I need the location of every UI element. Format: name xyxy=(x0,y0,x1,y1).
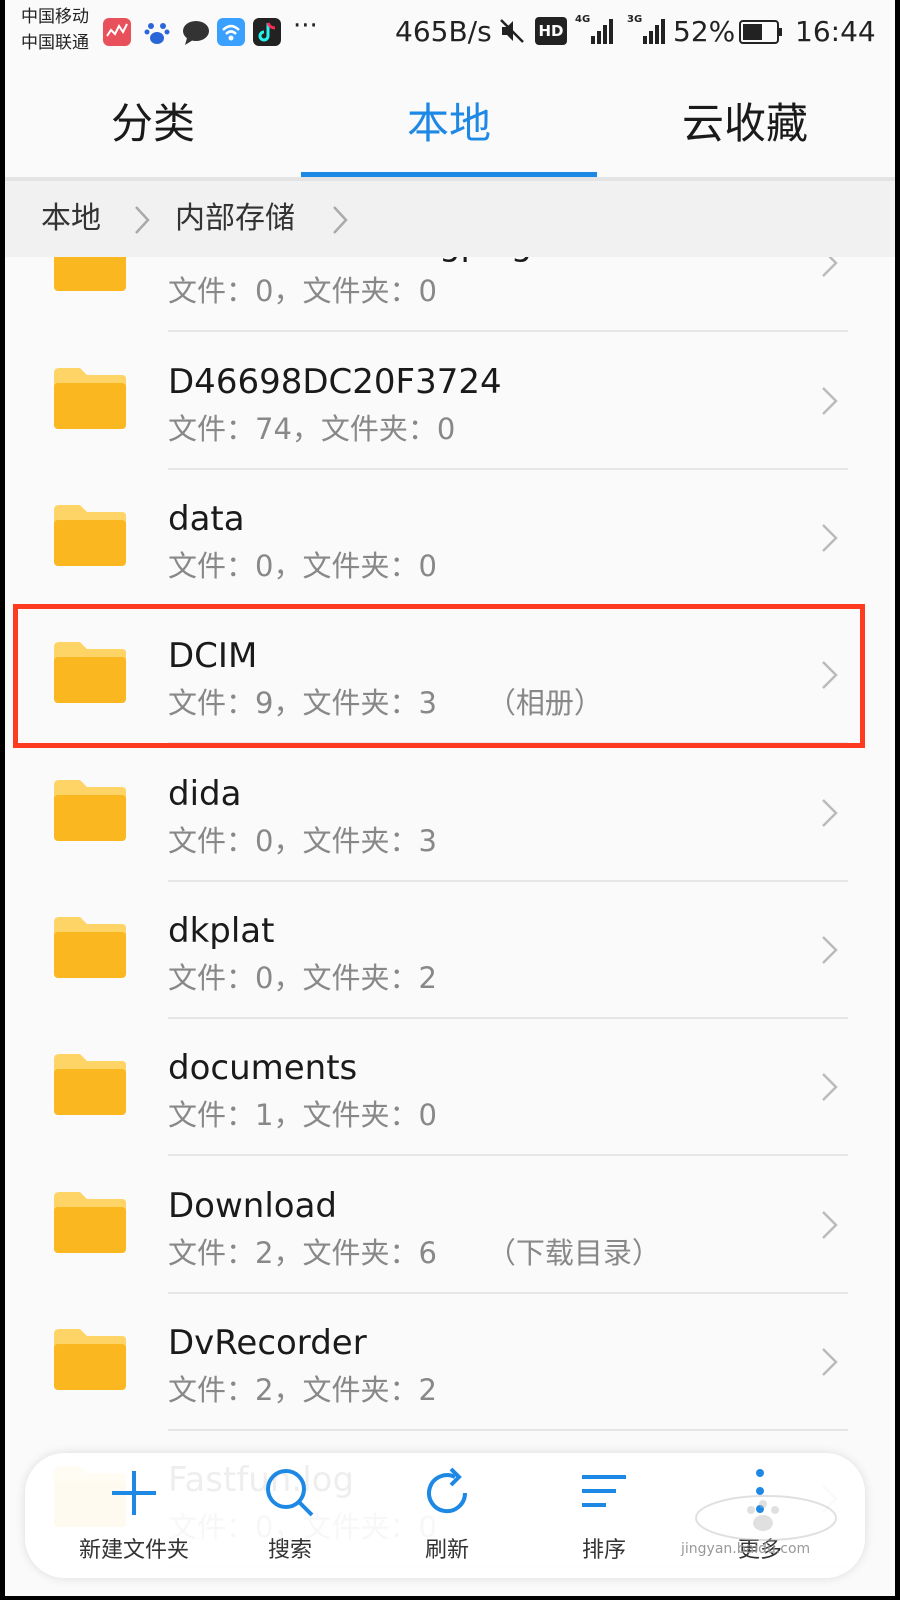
folder-name: com.tencent.tmgp.sgame xyxy=(168,257,607,265)
folder-meta: 文件：2，文件夹：2 xyxy=(168,1371,437,1409)
top-tab-bar: 分类 本地 云收藏 xyxy=(5,62,895,178)
breadcrumb-local[interactable]: 本地 xyxy=(41,199,101,239)
chevron-right-icon xyxy=(822,1211,838,1239)
watermark-url: jingyan.baidu.com xyxy=(681,1541,811,1557)
mute-icon xyxy=(497,16,527,46)
folder-row[interactable]: dkplat 文件：0，文件夹：2 xyxy=(5,881,895,1019)
net-speed: 465B/s xyxy=(395,15,492,48)
folder-name: dida xyxy=(168,774,242,814)
sort-icon xyxy=(582,1475,626,1507)
sort-button[interactable]: 排序 xyxy=(534,1453,674,1578)
signal-3g-icon: 3G xyxy=(627,14,671,48)
folder-row[interactable]: dida 文件：0，文件夹：3 xyxy=(5,744,895,882)
baidu-app-icon xyxy=(143,18,171,46)
folder-meta: 文件：1，文件夹：0 xyxy=(168,1096,437,1134)
folder-name: dkplat xyxy=(168,911,275,951)
refresh-label: 刷新 xyxy=(424,1538,469,1563)
status-bar: 中国移动 中国联通 ··· 465B/s HD 4G 3G 52% 16:44 xyxy=(5,0,895,62)
chevron-right-icon xyxy=(822,524,838,552)
chevron-right-icon xyxy=(333,206,348,234)
folder-meta: 文件：0，文件夹：0 xyxy=(168,272,437,310)
folder-counts: 文件：1，文件夹：0 xyxy=(168,1098,437,1132)
folder-list: com.tencent.tmgp.sgame 文件：0，文件夹：0 D46698DC… xyxy=(5,257,895,1596)
folder-counts: 文件：0，文件夹：0 xyxy=(168,274,437,308)
tab-cloud-favorites[interactable]: 云收藏 xyxy=(597,62,893,178)
folder-meta: 文件：2，文件夹：6 （下载目录） xyxy=(168,1234,661,1272)
carrier-2: 中国联通 xyxy=(21,33,89,53)
folder-row[interactable]: com.tencent.tmgp.sgame 文件：0，文件夹：0 xyxy=(5,257,895,332)
refresh-icon xyxy=(427,1467,468,1514)
wifi-key-app-icon xyxy=(217,18,245,46)
folder-row[interactable]: D46698DC20F3724 文件：74，文件夹：0 xyxy=(5,332,895,470)
folder-counts: 文件：0，文件夹：0 xyxy=(168,549,437,583)
folder-row[interactable]: DCIM 文件：9，文件夹：3 （相册） xyxy=(5,606,895,744)
breadcrumb: 本地 内部存储 xyxy=(5,181,895,257)
folder-row[interactable]: data 文件：0，文件夹：0 xyxy=(5,469,895,607)
folder-meta: 文件：0，文件夹：2 xyxy=(168,959,437,997)
chevron-right-icon xyxy=(822,799,838,827)
signal-app-icon xyxy=(103,18,131,46)
folder-counts: 文件：0，文件夹：2 xyxy=(168,961,437,995)
chevron-right-icon xyxy=(822,387,838,415)
folder-icon xyxy=(54,780,126,841)
breadcrumb-internal-storage[interactable]: 内部存储 xyxy=(175,199,295,239)
folder-name: data xyxy=(168,499,245,539)
folder-meta: 文件：0，文件夹：0 xyxy=(168,547,437,585)
folder-icon xyxy=(54,257,126,291)
folder-tag: （下载目录） xyxy=(486,1236,661,1270)
more-notifications: ··· xyxy=(293,11,318,41)
tiktok-app-icon xyxy=(253,18,281,46)
folder-icon xyxy=(54,1054,126,1115)
folder-name: documents xyxy=(168,1048,358,1088)
search-label: 搜索 xyxy=(267,1538,312,1563)
search-button[interactable]: 搜索 xyxy=(220,1453,360,1578)
chevron-right-icon xyxy=(822,661,838,689)
plus-icon xyxy=(112,1471,156,1515)
battery-icon xyxy=(739,20,783,44)
folder-row[interactable]: Download 文件：2，文件夹：6 （下载目录） xyxy=(5,1156,895,1294)
search-icon xyxy=(266,1469,314,1517)
new-folder-label: 新建文件夹 xyxy=(78,1538,189,1563)
folder-row[interactable]: documents 文件：1，文件夹：0 xyxy=(5,1018,895,1156)
chevron-right-icon xyxy=(822,1073,838,1101)
clock: 16:44 xyxy=(795,15,876,48)
folder-name: Download xyxy=(168,1186,338,1226)
hd-icon: HD xyxy=(535,17,567,45)
folder-meta: 文件：74，文件夹：0 xyxy=(168,410,455,448)
sort-label: 排序 xyxy=(581,1538,626,1563)
folder-icon xyxy=(54,1329,126,1390)
folder-icon xyxy=(54,368,126,429)
folder-icon xyxy=(54,917,126,978)
new-folder-button[interactable]: 新建文件夹 xyxy=(64,1453,204,1578)
chevron-right-icon xyxy=(135,206,150,234)
folder-counts: 文件：74，文件夹：0 xyxy=(168,412,456,446)
chat-app-icon xyxy=(181,18,209,46)
folder-row[interactable]: DvRecorder 文件：2，文件夹：2 xyxy=(5,1293,895,1431)
folder-tag: （相册） xyxy=(486,686,603,720)
chevron-right-icon xyxy=(822,1348,838,1376)
folder-meta: 文件：0，文件夹：3 xyxy=(168,822,437,860)
folder-counts: 文件：2，文件夹：6 xyxy=(168,1236,437,1270)
signal-4g-icon: 4G xyxy=(575,14,619,48)
folder-icon xyxy=(54,505,126,566)
folder-meta: 文件：9，文件夹：3 （相册） xyxy=(168,684,603,722)
chevron-right-icon xyxy=(822,936,838,964)
tab-local[interactable]: 本地 xyxy=(301,62,597,178)
folder-counts: 文件：9，文件夹：3 xyxy=(168,686,437,720)
folder-name: D46698DC20F3724 xyxy=(168,362,502,402)
file-manager-screen: 中国移动 中国联通 ··· 465B/s HD 4G 3G 52% 16:44 … xyxy=(5,0,895,1596)
folder-icon xyxy=(54,642,126,703)
folder-counts: 文件：0，文件夹：3 xyxy=(168,824,437,858)
folder-name: DCIM xyxy=(168,636,258,676)
folder-icon xyxy=(54,1192,126,1253)
tab-category[interactable]: 分类 xyxy=(5,62,301,178)
carrier-1: 中国移动 xyxy=(21,7,89,27)
folder-counts: 文件：2，文件夹：2 xyxy=(168,1373,437,1407)
folder-name: DvRecorder xyxy=(168,1323,367,1363)
battery-percent: 52% xyxy=(673,15,736,48)
refresh-button[interactable]: 刷新 xyxy=(377,1453,517,1578)
hd-label: HD xyxy=(538,22,564,40)
chevron-right-icon xyxy=(822,257,838,277)
